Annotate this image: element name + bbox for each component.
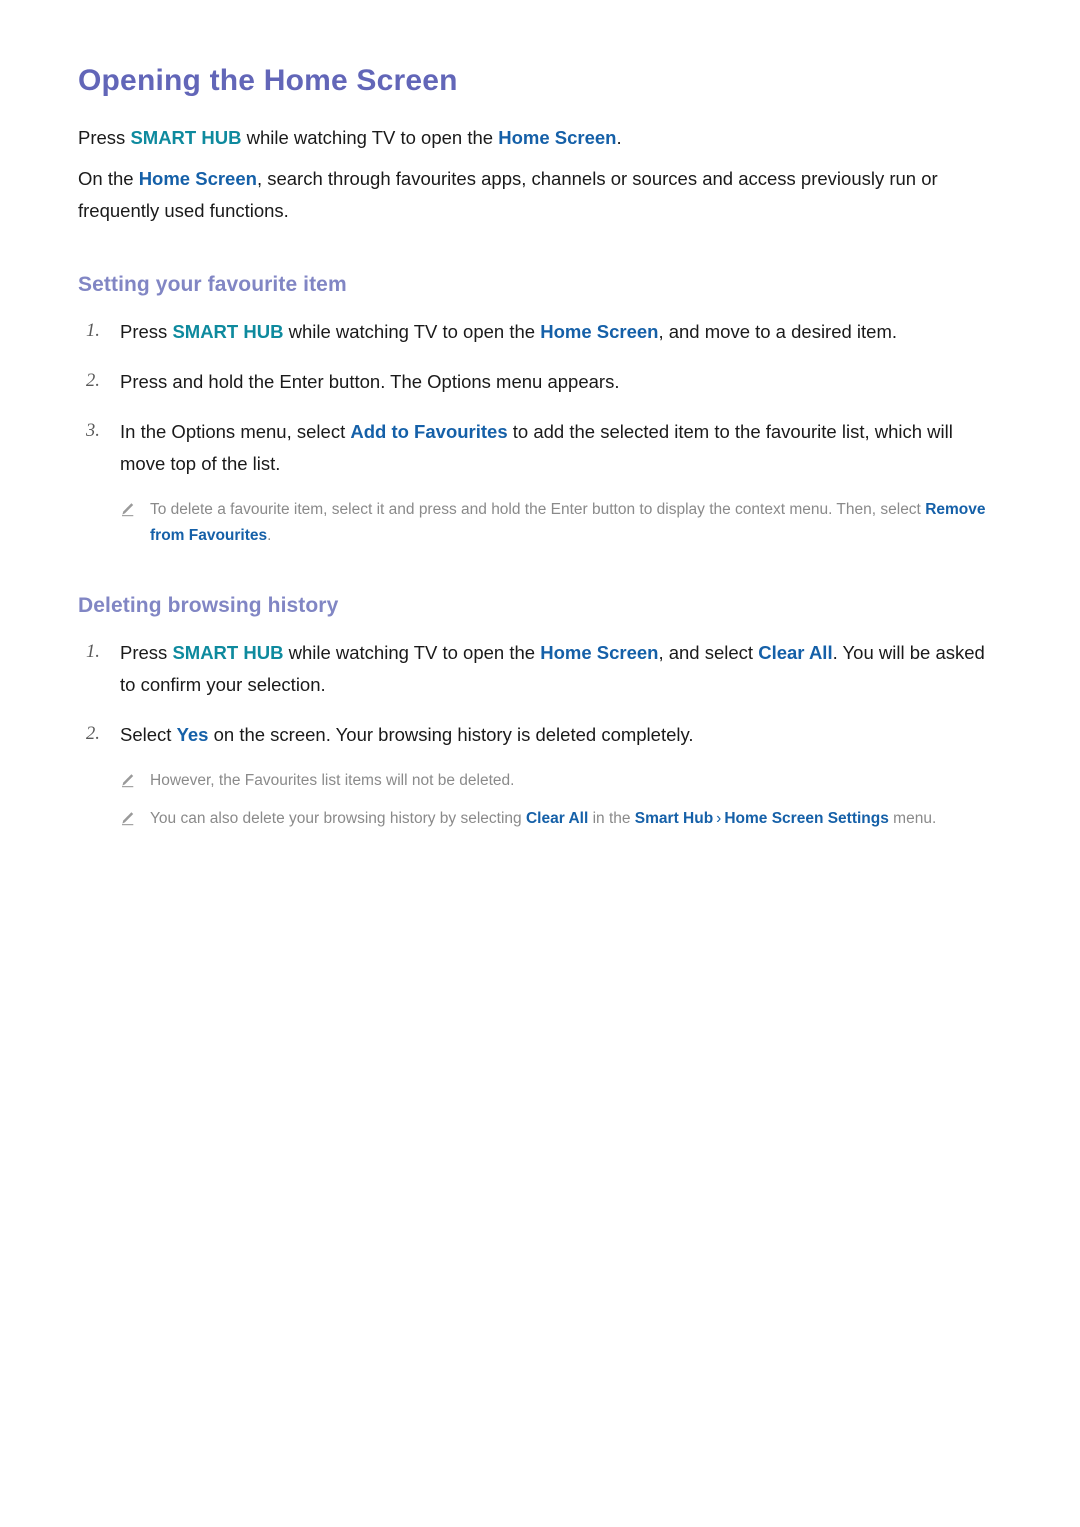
pencil-icon bbox=[120, 806, 150, 826]
document-page: Opening the Home Screen Press SMART HUB … bbox=[0, 0, 1080, 1527]
intro-p1-text-c: . bbox=[616, 126, 622, 148]
note-text-d: menu. bbox=[888, 809, 937, 827]
keyword-smart-hub: Smart Hub bbox=[634, 809, 714, 827]
page-title: Opening the Home Screen bbox=[78, 64, 458, 97]
step-text-a: Select bbox=[120, 723, 177, 745]
step-item: 2. Select Yes on the screen. Your browsi… bbox=[78, 719, 1002, 751]
steps-list-setting-favourite: 1. Press SMART HUB while watching TV to … bbox=[78, 316, 1002, 479]
keyword-home-screen: Home Screen bbox=[498, 126, 617, 148]
step-item: 1. Press SMART HUB while watching TV to … bbox=[78, 637, 1002, 701]
step-number: 1. bbox=[86, 642, 100, 662]
note-text-b: . bbox=[267, 526, 272, 544]
step-text-a: Press and hold the Enter button. The Opt… bbox=[120, 371, 620, 393]
note-item: You can also delete your browsing histor… bbox=[78, 806, 1002, 831]
note-text-a: You can also delete your browsing histor… bbox=[150, 809, 526, 827]
keyword-home-screen: Home Screen bbox=[540, 642, 659, 663]
step-text-b: while watching TV to open the bbox=[283, 321, 541, 343]
breadcrumb-separator-icon: › bbox=[716, 809, 722, 827]
step-text: Press and hold the Enter button. The Opt… bbox=[120, 366, 1002, 398]
step-text-a: Press bbox=[120, 321, 173, 343]
intro-p1-text-b: while watching TV to open the bbox=[241, 126, 499, 148]
step-text: Select Yes on the screen. Your browsing … bbox=[120, 719, 1002, 751]
step-text-b: on the screen. Your browsing history is … bbox=[208, 723, 694, 745]
note-text-a: However, the Favourites list items will … bbox=[150, 772, 515, 790]
note-text-a: To delete a favourite item, select it an… bbox=[150, 501, 926, 519]
step-text: Press SMART HUB while watching TV to ope… bbox=[120, 637, 1002, 701]
step-number: 2. bbox=[86, 723, 100, 744]
section-heading-deleting-history: Deleting browsing history bbox=[78, 593, 339, 617]
step-text: In the Options menu, select Add to Favou… bbox=[120, 416, 1002, 480]
step-text: Press SMART HUB while watching TV to ope… bbox=[120, 316, 1002, 348]
keyword-smart-hub: SMART HUB bbox=[172, 321, 284, 343]
keyword-home-screen: Home Screen bbox=[138, 168, 257, 190]
note-text: You can also delete your browsing histor… bbox=[150, 806, 1000, 831]
step-text-a: In the Options menu, select bbox=[120, 420, 351, 442]
step-text-a: Press bbox=[120, 642, 173, 663]
intro-p2-text-a: On the bbox=[78, 168, 139, 190]
intro-paragraph-2: On the Home Screen, search through favou… bbox=[78, 163, 1002, 227]
note-item: However, the Favourites list items will … bbox=[78, 768, 1002, 793]
note-text: However, the Favourites list items will … bbox=[150, 768, 1000, 793]
step-text-b: while watching TV to open the bbox=[283, 642, 541, 663]
keyword-smart-hub: SMART HUB bbox=[172, 642, 284, 663]
step-item: 1. Press SMART HUB while watching TV to … bbox=[78, 316, 1002, 348]
keyword-add-to-favourites: Add to Favourites bbox=[350, 420, 508, 442]
step-number: 1. bbox=[86, 321, 100, 342]
steps-list-deleting-history: 1. Press SMART HUB while watching TV to … bbox=[78, 637, 1002, 750]
step-item: 3. In the Options menu, select Add to Fa… bbox=[78, 416, 1002, 480]
keyword-home-screen: Home Screen bbox=[540, 321, 659, 343]
step-text-c: , and move to a desired item. bbox=[658, 321, 898, 343]
keyword-smart-hub: SMART HUB bbox=[130, 126, 242, 148]
step-number: 3. bbox=[86, 420, 100, 441]
pencil-icon bbox=[120, 768, 150, 788]
keyword-clear-all: Clear All bbox=[525, 809, 589, 827]
note-item: To delete a favourite item, select it an… bbox=[78, 497, 1002, 547]
step-item: 2. Press and hold the Enter button. The … bbox=[78, 366, 1002, 398]
note-text: To delete a favourite item, select it an… bbox=[150, 497, 1000, 547]
keyword-clear-all: Clear All bbox=[758, 642, 833, 663]
step-number: 2. bbox=[86, 371, 100, 392]
notes-list-deleting-history: However, the Favourites list items will … bbox=[78, 768, 1002, 830]
intro-paragraph-1: Press SMART HUB while watching TV to ope… bbox=[78, 122, 1002, 154]
keyword-home-screen-settings: Home Screen Settings bbox=[724, 809, 889, 827]
keyword-yes: Yes bbox=[176, 723, 209, 745]
step-text-c: , and select bbox=[658, 642, 759, 663]
pencil-icon bbox=[120, 497, 150, 517]
section-heading-setting-favourite: Setting your favourite item bbox=[78, 272, 347, 296]
notes-list-setting-favourite: To delete a favourite item, select it an… bbox=[78, 497, 1002, 547]
note-text-b: in the bbox=[588, 809, 635, 827]
intro-p1-text-a: Press bbox=[78, 126, 131, 148]
